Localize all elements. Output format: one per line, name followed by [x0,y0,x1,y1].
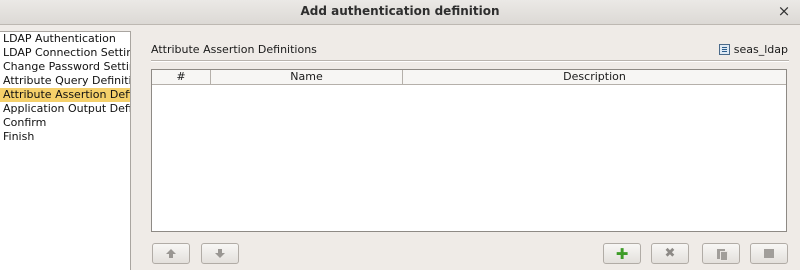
step-attribute-query-definitions[interactable]: Attribute Query Definitions [0,74,130,88]
step-confirm[interactable]: Confirm [0,116,130,130]
move-down-button[interactable] [201,243,239,264]
arrow-down-icon [215,249,225,258]
context-indicator: seas_ldap [718,43,788,56]
step-ldap-connection-settings[interactable]: LDAP Connection Settings [0,46,130,60]
document-list-icon [718,44,730,55]
column-header-name[interactable]: Name [211,70,403,84]
panel-title: Attribute Assertion Definitions [151,43,317,56]
step-finish[interactable]: Finish [0,130,130,144]
step-ldap-authentication[interactable]: LDAP Authentication [0,32,130,46]
plus-icon: ✚ [615,244,629,263]
step-change-password-settings[interactable]: Change Password Settings [0,60,130,74]
copy-button[interactable] [702,243,740,264]
title-bar: Add authentication definition × [0,0,800,25]
step-application-output-definitions[interactable]: Application Output Definitions [0,102,130,116]
panel-separator [151,60,789,62]
move-up-button[interactable] [152,243,190,264]
edit-icon [764,249,774,258]
table-header: # Name Description [152,70,786,85]
window-title: Add authentication definition [300,4,500,18]
wizard-steps-list: LDAP Authentication LDAP Connection Sett… [0,31,131,270]
column-header-description[interactable]: Description [403,70,786,84]
arrow-up-icon [166,249,176,258]
assertion-definitions-table[interactable]: # Name Description [151,69,787,232]
close-icon[interactable]: × [777,2,791,20]
edit-button[interactable] [750,243,788,264]
delete-button[interactable]: ✖ [651,243,689,264]
add-button[interactable]: ✚ [603,243,641,264]
copy-icon [717,248,728,261]
x-icon: ✖ [664,246,676,261]
column-header-number[interactable]: # [152,70,211,84]
context-label: seas_ldap [733,43,788,56]
step-attribute-assertion-definitions[interactable]: Attribute Assertion Definitions [0,88,130,102]
